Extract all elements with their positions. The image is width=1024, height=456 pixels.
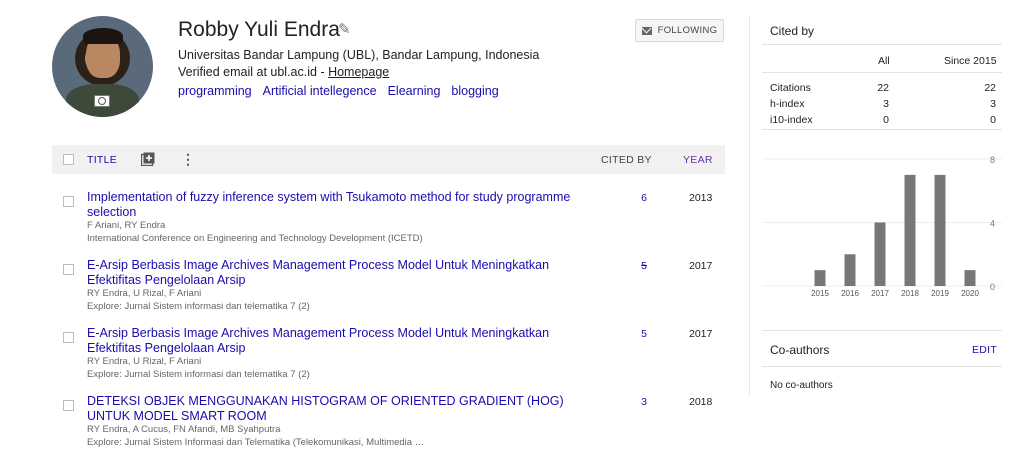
article-year: 2013 [689, 192, 713, 204]
divider-line [762, 366, 1002, 367]
mail-icon [641, 26, 652, 35]
edit-co-authors-button[interactable]: EDIT [972, 344, 997, 356]
article-title-link[interactable]: E-Arsip Berbasis Image Archives Manageme… [87, 258, 582, 288]
chart-bar-2018[interactable] [904, 174, 916, 286]
cited-by-count[interactable]: 3 [638, 396, 650, 408]
verified-email-text: Verified email at ubl.ac.id - [178, 65, 329, 79]
metric-label: h-index [770, 98, 805, 110]
profile-email: Verified email at ubl.ac.id - Homepage [178, 65, 389, 79]
metric-all: 3 [883, 98, 889, 110]
article-title-link[interactable]: DETEKSI OBJEK MENGGUNAKAN HISTOGRAM OF O… [87, 394, 582, 424]
interest-link[interactable]: Artificial intellegence [263, 84, 377, 98]
sidebar-divider [749, 16, 750, 396]
all-column-header: All [878, 55, 890, 67]
y-tick-label: 4 [990, 219, 995, 229]
interests-list: programming Artificial intellegence Elearn… [178, 84, 510, 98]
article-title-link[interactable]: E-Arsip Berbasis Image Archives Manageme… [87, 326, 582, 356]
interest-link[interactable]: programming [178, 84, 252, 98]
cited-by-count[interactable]: 5 [638, 260, 650, 272]
row-checkbox[interactable] [63, 332, 74, 343]
metric-label: Citations [770, 82, 811, 94]
interest-link[interactable]: blogging [451, 84, 498, 98]
metric-row-h-index: h-index 3 3 [770, 98, 996, 112]
following-label: FOLLOWING [657, 25, 718, 36]
article-year: 2018 [689, 396, 713, 408]
metric-all: 22 [877, 82, 889, 94]
article-venue: Explore: Jurnal Sistem informasi dan tel… [87, 369, 310, 380]
no-co-authors-text: No co-authors [770, 380, 833, 391]
row-checkbox[interactable] [63, 400, 74, 411]
metric-row-i10-index: i10-index 0 0 [770, 114, 996, 128]
cited-by-heading: Cited by [770, 24, 815, 38]
select-all-checkbox[interactable] [63, 154, 74, 165]
x-tick-label: 2018 [901, 289, 919, 298]
divider-line [762, 72, 1002, 73]
metric-label: i10-index [770, 114, 813, 126]
articles-table-header: TITLE ⋮ CITED BY YEAR [52, 145, 725, 174]
x-tick-label: 2020 [961, 289, 979, 298]
article-authors: RY Endra, U Rizal, F Ariani [87, 356, 202, 367]
article-authors: RY Endra, U Rizal, F Ariani [87, 288, 202, 299]
article-venue: International Conference on Engineering … [87, 233, 423, 244]
following-button[interactable]: FOLLOWING [635, 19, 724, 42]
metric-since: 3 [990, 98, 996, 110]
chart-bar-2016[interactable] [844, 254, 856, 286]
article-year: 2017 [689, 328, 713, 340]
article-title-link[interactable]: Implementation of fuzzy inference system… [87, 190, 582, 220]
cited-by-sort-header[interactable]: CITED BY [601, 154, 652, 166]
camera-icon[interactable] [94, 95, 110, 107]
interest-link[interactable]: Elearning [388, 84, 441, 98]
x-tick-label: 2016 [841, 289, 859, 298]
article-venue: Explore: Jurnal Sistem Informasi dan Tel… [87, 437, 425, 448]
metric-since: 22 [984, 82, 996, 94]
cited-by-count[interactable]: 5 [638, 328, 650, 340]
year-sort-header[interactable]: YEAR [683, 154, 713, 166]
row-checkbox[interactable] [63, 196, 74, 207]
metric-all: 0 [883, 114, 889, 126]
article-venue: Explore: Jurnal Sistem informasi dan tel… [87, 301, 310, 312]
article-authors: RY Endra, A Cucus, FN Afandi, MB Syahput… [87, 424, 281, 435]
article-year: 2017 [689, 260, 713, 272]
edit-pencil-icon[interactable]: ✎ [338, 20, 351, 38]
more-options-icon[interactable]: ⋮ [181, 151, 195, 167]
x-tick-label: 2017 [871, 289, 889, 298]
chart-bar-2015[interactable] [814, 270, 826, 286]
chart-bar-2019[interactable] [934, 174, 946, 286]
photo-hair [83, 28, 123, 44]
article-authors: F Ariani, RY Endra [87, 220, 166, 231]
title-sort-header[interactable]: TITLE [87, 154, 117, 166]
x-tick-label: 2019 [931, 289, 949, 298]
cited-by-count[interactable]: 6 [638, 192, 650, 204]
metric-row-citations: Citations 22 22 [770, 82, 996, 96]
divider-line [762, 330, 1002, 331]
row-checkbox[interactable] [63, 264, 74, 275]
y-tick-label: 0 [990, 282, 995, 292]
chart-bar-2017[interactable] [874, 222, 886, 287]
profile-affiliation: Universitas Bandar Lampung (UBL), Bandar… [178, 48, 540, 62]
since-column-header: Since 2015 [944, 55, 997, 67]
chart-bar-2020[interactable] [964, 270, 976, 286]
add-article-icon[interactable] [141, 152, 155, 166]
citations-bar-chart: 8 4 0 2015 2016 2017 2018 2019 2020 [762, 155, 1002, 298]
divider-line [762, 129, 1002, 130]
divider-line [762, 44, 1002, 45]
profile-name: Robby Yuli Endra [178, 18, 340, 41]
co-authors-heading: Co-authors [770, 343, 830, 357]
homepage-link[interactable]: Homepage [328, 65, 389, 79]
x-tick-label: 2015 [811, 289, 829, 298]
metric-since: 0 [990, 114, 996, 126]
y-tick-label: 8 [990, 155, 995, 165]
